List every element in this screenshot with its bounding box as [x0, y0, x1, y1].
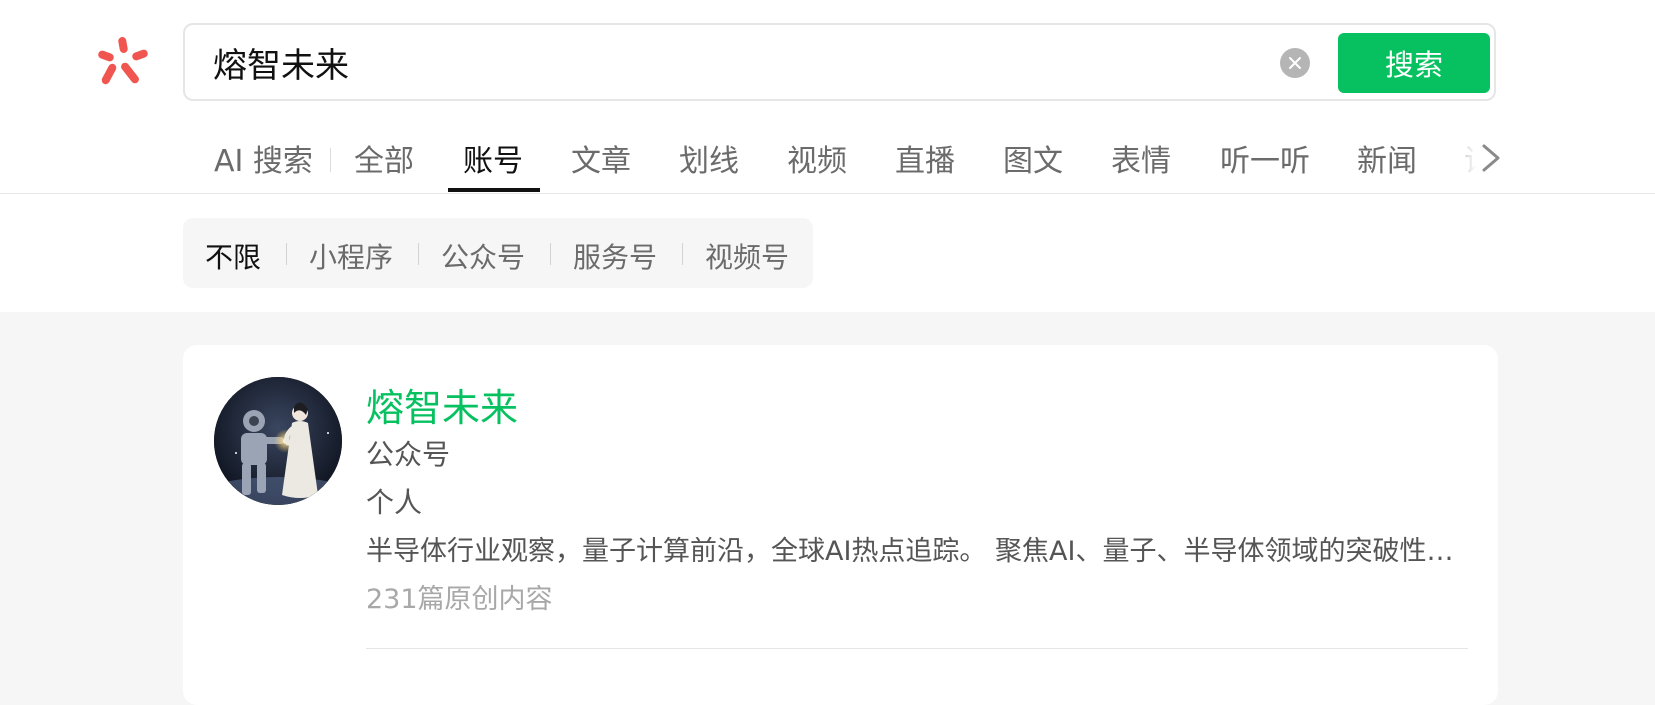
- filter-separator: [286, 243, 287, 265]
- tab-highlights[interactable]: 划线: [679, 136, 739, 180]
- filter-separator: [550, 243, 551, 265]
- tab-news[interactable]: 新闻: [1357, 136, 1417, 180]
- tab-divider: [330, 148, 331, 172]
- card-divider: [366, 648, 1468, 649]
- filter-separator: [682, 243, 683, 265]
- search-button[interactable]: 搜索: [1338, 33, 1490, 93]
- chevron-right-icon: [1482, 144, 1500, 172]
- tab-listen[interactable]: 听一听: [1220, 136, 1310, 180]
- tabs-bottom-border: [0, 193, 1655, 194]
- account-result-card[interactable]: 熔智未来 公众号 个人 半导体行业观察，量子计算前沿，全球AI热点追踪。 聚焦A…: [183, 345, 1498, 705]
- account-type-filter-bar: 不限 小程序 公众号 服务号 视频号: [183, 218, 813, 288]
- tab-all[interactable]: 全部: [354, 136, 414, 180]
- account-name-link[interactable]: 熔智未来: [366, 377, 518, 432]
- account-subject-label: 个人: [366, 486, 423, 519]
- search-header: 搜索 AI 搜索 全部 账号 文章 划线 视频 直播 图文 表情 听一听 新闻 …: [0, 0, 1655, 312]
- category-tabs: AI 搜索 全部 账号 文章 划线 视频 直播 图文 表情 听一听 新闻 识: [214, 130, 1504, 194]
- tab-live[interactable]: 直播: [895, 136, 955, 180]
- account-description: 半导体行业观察，量子计算前沿，全球AI热点追踪。 聚焦AI、量子、半导体领域的突…: [366, 536, 1466, 567]
- account-type-label: 公众号: [366, 438, 451, 471]
- active-tab-indicator: [448, 188, 540, 192]
- filter-mini-program[interactable]: 小程序: [309, 236, 393, 276]
- search-box: 搜索: [183, 23, 1496, 101]
- filter-channels[interactable]: 视频号: [705, 236, 789, 276]
- close-circle-icon: [1289, 57, 1301, 69]
- avatar-image: [214, 377, 342, 505]
- tab-image-text[interactable]: 图文: [1003, 136, 1063, 180]
- tab-ai-search[interactable]: AI 搜索: [214, 136, 313, 180]
- tab-stickers[interactable]: 表情: [1111, 136, 1171, 180]
- search-input[interactable]: [213, 37, 1243, 87]
- tab-videos[interactable]: 视频: [787, 136, 847, 180]
- avatar[interactable]: [214, 377, 342, 505]
- original-content-count: 231篇原创内容: [366, 584, 553, 615]
- filter-all[interactable]: 不限: [205, 236, 261, 276]
- tab-articles[interactable]: 文章: [571, 136, 631, 180]
- filter-separator: [418, 243, 419, 265]
- tab-accounts[interactable]: 账号: [463, 136, 523, 180]
- filter-official-account[interactable]: 公众号: [441, 236, 525, 276]
- tabs-scroll-next-button[interactable]: [1474, 138, 1508, 178]
- wechat-search-logo-icon[interactable]: [96, 34, 152, 90]
- clear-search-button[interactable]: [1280, 48, 1310, 78]
- filter-service-account[interactable]: 服务号: [573, 236, 657, 276]
